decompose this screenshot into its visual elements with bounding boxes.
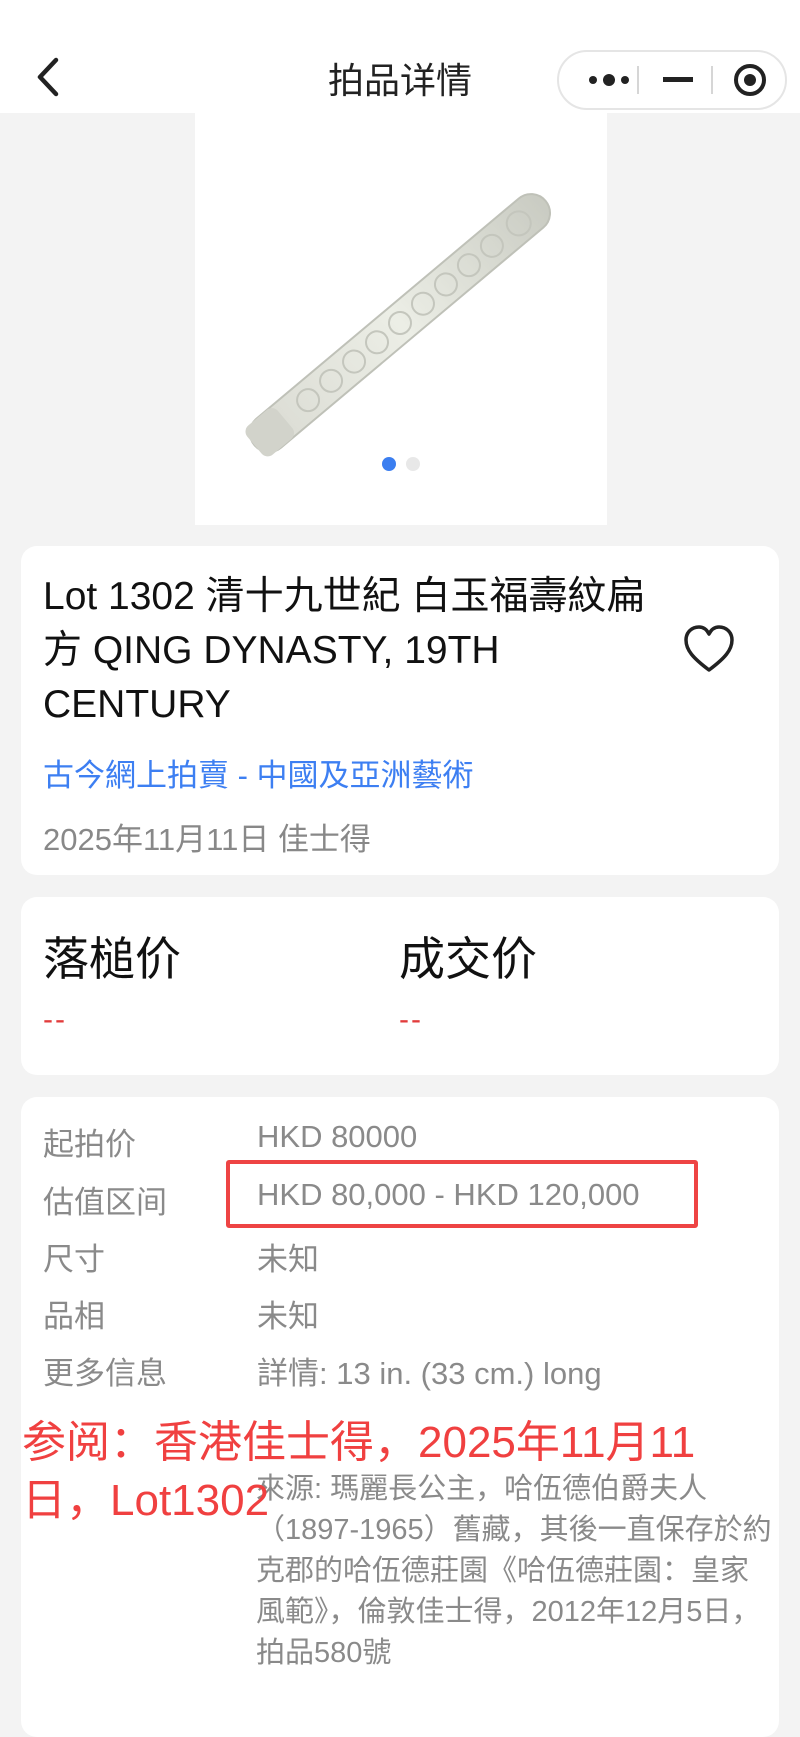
detail-label: 估值区间 xyxy=(43,1185,167,1220)
capsule-divider xyxy=(711,66,713,94)
favorite-button[interactable] xyxy=(681,622,737,678)
detail-value: 未知 xyxy=(257,1242,319,1277)
minimize-button[interactable] xyxy=(643,52,713,108)
detail-label: 更多信息 xyxy=(43,1356,167,1391)
deal-price-value: -- xyxy=(399,1003,423,1036)
minus-icon xyxy=(663,77,693,82)
hammer-price-label: 落槌价 xyxy=(43,933,181,985)
more-dots-icon xyxy=(589,74,629,86)
detail-value: HKD 80000 xyxy=(257,1119,418,1154)
auction-date: 2025年11月11日 佳士得 xyxy=(43,822,371,857)
hammer-price-value: -- xyxy=(43,1003,67,1036)
target-circle-icon xyxy=(734,64,766,96)
carousel-dot-active[interactable] xyxy=(382,457,396,471)
detail-label: 起拍价 xyxy=(43,1127,136,1162)
heart-icon xyxy=(684,625,734,672)
detail-label: 品相 xyxy=(43,1299,105,1334)
reference-annotation: 参阅：香港佳士得，2025年11月11日，Lot1302 xyxy=(22,1418,696,1525)
capsule-divider xyxy=(637,66,639,94)
close-miniprogram-button[interactable] xyxy=(715,52,785,108)
lot-info-card: Lot 1302 清十九世紀 白玉福壽紋扁方 QING DYNASTY, 19T… xyxy=(21,546,779,875)
detail-value: 詳情: 13 in. (33 cm.) long xyxy=(257,1356,602,1391)
auction-link[interactable]: 古今網上拍賣 - 中國及亞洲藝術 xyxy=(43,750,474,795)
nav-bar: 拍品详情 xyxy=(0,0,800,113)
more-button[interactable] xyxy=(577,52,641,108)
mini-program-capsule xyxy=(557,50,787,110)
carousel-indicator xyxy=(195,457,607,471)
detail-label: 尺寸 xyxy=(43,1242,105,1277)
price-card: 落槌价 -- 成交价 -- xyxy=(21,897,779,1075)
lot-title: Lot 1302 清十九世紀 白玉福壽紋扁方 QING DYNASTY, 19T… xyxy=(43,575,646,726)
detail-value: 未知 xyxy=(257,1299,319,1334)
carousel-dot[interactable] xyxy=(406,457,420,471)
deal-price-label: 成交价 xyxy=(399,933,537,985)
estimate-highlight-box xyxy=(226,1160,698,1228)
image-carousel[interactable] xyxy=(195,113,607,525)
